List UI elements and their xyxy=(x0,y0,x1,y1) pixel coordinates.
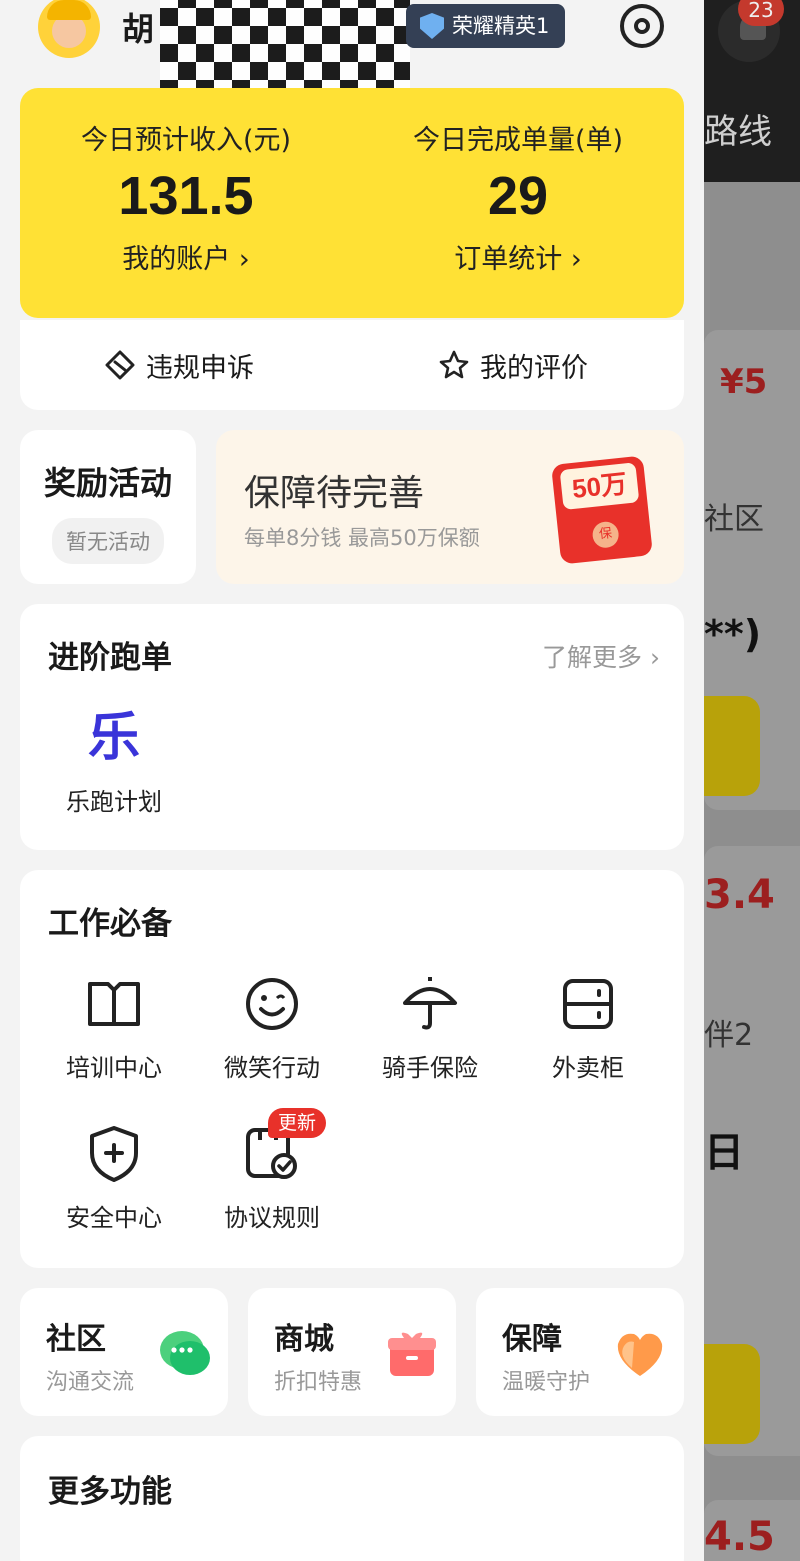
heart-icon xyxy=(617,1333,663,1376)
violation-appeal-button[interactable]: 违规申诉 xyxy=(104,320,254,410)
my-rating-label: 我的评价 xyxy=(480,352,588,384)
more-functions-section: 更多功能 xyxy=(20,1436,684,1561)
work-essentials-section: 工作必备 培训中心 微笑行动 骑手保险 外卖柜 安全中心 协议规则 xyxy=(20,870,684,1268)
protection-card[interactable]: 保障 温暖守护 xyxy=(476,1288,684,1416)
training-center-tile[interactable]: 培训中心 xyxy=(36,974,192,1083)
rider-insurance-label: 骑手保险 xyxy=(382,1054,478,1082)
order-stats-link[interactable]: 订单统计 › xyxy=(352,237,684,276)
community-title: 社区 xyxy=(46,1322,106,1357)
red-envelope-icon: 50万 保 xyxy=(551,455,653,565)
shield-plus-icon xyxy=(90,1126,138,1182)
background-action-button xyxy=(704,696,760,796)
user-name[interactable]: 胡 xyxy=(122,4,154,50)
rider-insurance-tile[interactable]: 骑手保险 xyxy=(352,974,508,1083)
gift-box-icon xyxy=(388,1332,436,1376)
rank-badge-label: 荣耀精英1 xyxy=(452,14,550,38)
completed-orders-stat: 今日完成单量(单) 29 订单统计 › xyxy=(352,118,684,276)
reward-activity-status: 暂无活动 xyxy=(52,518,164,564)
advanced-running-section: 进阶跑单 了解更多 › 乐 乐跑计划 xyxy=(20,604,684,850)
protection-title: 保障 xyxy=(502,1322,562,1357)
work-essentials-title: 工作必备 xyxy=(48,906,172,942)
mall-subtitle: 折扣特惠 xyxy=(274,1370,363,1395)
completed-orders-value: 29 xyxy=(487,166,549,226)
red-envelope-seal: 保 xyxy=(591,520,620,550)
background-price: 4.5 xyxy=(704,1514,775,1560)
safety-center-label: 安全中心 xyxy=(66,1204,162,1232)
update-badge: 更新 xyxy=(268,1108,327,1138)
drawer-header: 胡 荣耀精英1 xyxy=(0,0,704,130)
completed-orders-label: 今日完成单量(单) xyxy=(412,125,624,156)
smile-action-label: 微笑行动 xyxy=(224,1054,320,1082)
background-action-button xyxy=(704,1344,760,1444)
my-account-link[interactable]: 我的账户 › xyxy=(20,237,352,276)
community-subtitle: 沟通交流 xyxy=(46,1370,135,1395)
le-run-plan-tile[interactable]: 乐 乐跑计划 xyxy=(36,708,192,817)
mall-title: 商城 xyxy=(274,1322,334,1357)
red-envelope-amount: 50万 xyxy=(559,462,640,510)
background-text: **) xyxy=(704,612,762,656)
expected-income-value: 131.5 xyxy=(118,166,254,226)
book-icon xyxy=(88,982,140,1026)
chat-bubble-icon xyxy=(160,1331,210,1375)
umbrella-icon xyxy=(403,977,457,1030)
le-run-plan-label: 乐跑计划 xyxy=(66,788,162,816)
delivery-locker-label: 外卖柜 xyxy=(552,1054,624,1082)
more-functions-title: 更多功能 xyxy=(48,1474,172,1510)
reward-activity-title: 奖励活动 xyxy=(43,464,172,502)
learn-more-link[interactable]: 了解更多 › xyxy=(542,638,660,674)
background-text: 日 xyxy=(704,1130,744,1176)
expected-income-stat: 今日预计收入(元) 131.5 我的账户 › xyxy=(20,118,352,276)
background-app: 23 路线 ¥5 社区 **) 3.4 伴2 日 4.5 xyxy=(704,0,800,1561)
advanced-running-title: 进阶跑单 xyxy=(48,640,172,676)
protection-subtitle: 温暖守护 xyxy=(502,1370,591,1395)
appeal-rating-row: 违规申诉 我的评价 xyxy=(20,320,684,410)
income-card: 今日预计收入(元) 131.5 我的账户 › 今日完成单量(单) 29 订单统计… xyxy=(20,88,684,318)
rank-shield-icon xyxy=(420,13,444,39)
delivery-locker-tile[interactable]: 外卖柜 xyxy=(510,974,666,1083)
agreement-rules-label: 协议规则 xyxy=(224,1204,320,1232)
violation-appeal-label: 违规申诉 xyxy=(146,352,254,384)
avatar[interactable] xyxy=(38,0,100,58)
locker-icon xyxy=(563,979,613,1029)
mall-card[interactable]: 商城 折扣特惠 xyxy=(248,1288,456,1416)
agreement-rules-tile[interactable]: 协议规则 xyxy=(194,1124,350,1233)
safety-center-tile[interactable]: 安全中心 xyxy=(36,1124,192,1233)
background-text: 社区 xyxy=(704,502,764,537)
settings-gear-icon[interactable] xyxy=(620,4,664,48)
le-run-icon: 乐 xyxy=(87,708,140,768)
appeal-icon xyxy=(105,350,135,380)
smile-icon xyxy=(246,978,298,1030)
notification-badge: 23 xyxy=(738,0,784,26)
star-icon xyxy=(439,350,469,379)
insurance-promo-title: 保障待完善 xyxy=(244,473,425,514)
background-tab-text: 路线 xyxy=(704,112,772,152)
training-center-label: 培训中心 xyxy=(66,1054,162,1082)
background-price: ¥5 xyxy=(720,362,768,402)
my-rating-button[interactable]: 我的评价 xyxy=(438,320,588,410)
expected-income-label: 今日预计收入(元) xyxy=(80,125,292,156)
side-drawer: 胡 荣耀精英1 今日预计收入(元) 131.5 我的账户 › 今日完成单量(单)… xyxy=(0,0,704,1561)
reward-activity-card[interactable]: 奖励活动 暂无活动 xyxy=(20,430,196,584)
rank-badge[interactable]: 荣耀精英1 xyxy=(406,4,566,48)
community-card[interactable]: 社区 沟通交流 xyxy=(20,1288,228,1416)
smile-action-tile[interactable]: 微笑行动 xyxy=(194,974,350,1083)
background-text: 伴2 xyxy=(704,1018,754,1053)
insurance-promo-subtitle: 每单8分钱 最高50万保额 xyxy=(244,526,480,550)
background-price: 3.4 xyxy=(704,872,775,918)
insurance-promo-card[interactable]: 保障待完善 每单8分钱 最高50万保额 50万 保 xyxy=(216,430,684,584)
